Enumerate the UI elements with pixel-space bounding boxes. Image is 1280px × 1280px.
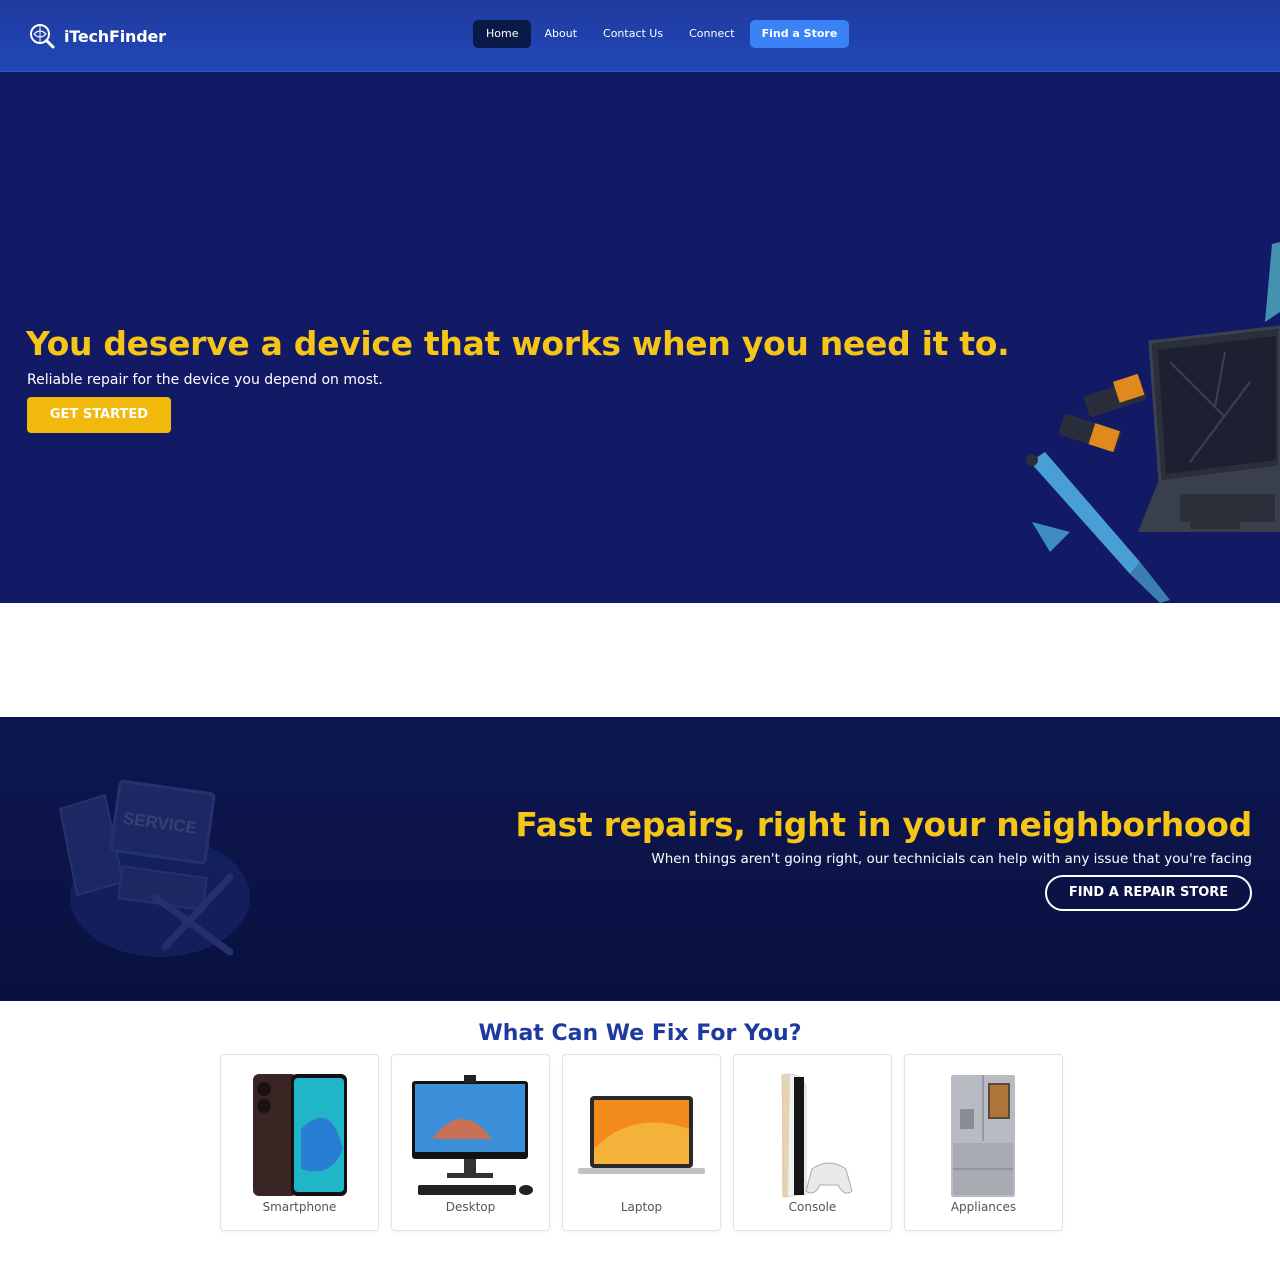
repair-tools-illustration: [1026, 242, 1280, 603]
device-card-console[interactable]: Console: [733, 1054, 892, 1231]
nav-about[interactable]: About: [531, 20, 590, 48]
section-spacer: [0, 603, 1280, 717]
hero-section: You deserve a device that works when you…: [0, 72, 1280, 603]
nav-contact-us[interactable]: Contact Us: [590, 20, 676, 48]
computer-service-icon: SERVICE: [58, 779, 250, 957]
desktop-icon: [412, 1075, 533, 1195]
smartphone-icon: [253, 1074, 347, 1196]
banner-subtitle: When things aren't going right, our tech…: [651, 851, 1252, 867]
hero-subtitle: Reliable repair for the device you depen…: [27, 372, 383, 388]
magnifier-globe-icon: [30, 24, 55, 49]
broken-laptop-icon: [1138, 325, 1280, 532]
device-label: Desktop: [445, 1200, 496, 1214]
main-nav: Home About Contact Us Connect Find a Sto…: [473, 20, 850, 48]
device-card-appliances[interactable]: Appliances: [904, 1054, 1063, 1231]
device-label: Smartphone: [262, 1200, 337, 1214]
battery-icon: [1058, 373, 1147, 453]
laptop-icon: [578, 1096, 705, 1174]
device-label: Appliances: [950, 1200, 1017, 1214]
device-card-laptop[interactable]: Laptop: [562, 1054, 721, 1231]
device-label: Laptop: [620, 1200, 663, 1214]
hero-title: You deserve a device that works when you…: [26, 324, 1010, 363]
repair-banner: SERVICE Fast repairs, right in your neig…: [0, 717, 1280, 1001]
console-icon: [781, 1073, 853, 1198]
brand[interactable]: iTechFinder: [28, 22, 166, 50]
device-card-smartphone[interactable]: Smartphone: [220, 1054, 379, 1231]
find-repair-store-button[interactable]: FIND A REPAIR STORE: [1045, 875, 1252, 911]
brand-name: iTechFinder: [64, 26, 166, 46]
top-navbar: iTechFinder Home About Contact Us Connec…: [0, 0, 1280, 72]
get-started-button[interactable]: GET STARTED: [27, 397, 171, 433]
nav-home[interactable]: Home: [473, 20, 532, 48]
device-card-desktop[interactable]: Desktop: [391, 1054, 550, 1231]
find-a-store-button[interactable]: Find a Store: [749, 20, 850, 48]
device-cards: Smartphone Desktop Laptop Console Applia…: [220, 1054, 1063, 1231]
banner-title: Fast repairs, right in your neighborhood: [515, 805, 1252, 844]
device-label: Console: [788, 1200, 837, 1214]
fix-section-title: What Can We Fix For You?: [478, 1021, 802, 1046]
refrigerator-icon: [951, 1075, 1015, 1197]
nav-connect[interactable]: Connect: [676, 20, 747, 48]
